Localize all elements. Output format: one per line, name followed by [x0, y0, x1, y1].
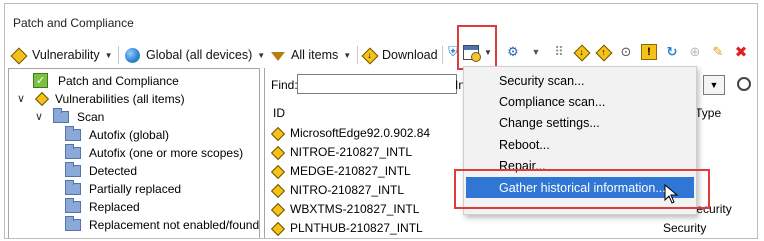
row-id: MicrosoftEdge92.0.902.84 — [290, 126, 431, 140]
download-icon: ↓ — [362, 48, 377, 63]
column-header-id[interactable]: ID — [273, 106, 285, 120]
folder-icon — [53, 107, 69, 123]
vulnerability-icon — [11, 48, 26, 63]
menu-item-reboot[interactable]: Reboot... — [466, 134, 694, 155]
table-row[interactable]: PLNTHUB-210827_INTL — [271, 219, 423, 237]
search-icon[interactable] — [737, 77, 751, 91]
filter-icon — [271, 51, 285, 61]
download-button[interactable]: ↓ Download — [362, 44, 438, 66]
tree-item-detected[interactable]: Detected — [65, 161, 138, 179]
scope-dropdown-label: Global (all devices) — [146, 48, 253, 62]
row-id: PLNTHUB-210827_INTL — [290, 221, 423, 235]
edit-pencil-icon[interactable]: ✎ — [710, 44, 726, 60]
move-up-icon[interactable]: ↑ — [596, 45, 611, 60]
folder-icon — [65, 161, 81, 177]
binoculars-icon[interactable]: ⊙ — [618, 44, 634, 60]
gear-icon[interactable]: ⚙ — [505, 44, 521, 60]
chevron-down-icon: ▼ — [257, 50, 266, 60]
tree-item-scan[interactable]: ∨ Scan — [35, 107, 105, 125]
table-row[interactable]: NITROE-210827_INTL — [271, 143, 412, 161]
tree-item-autofix-global[interactable]: Autofix (global) — [65, 125, 170, 143]
toolbar-icon-group: ⚙ ▼ ⠿ ↓ ↑ ⊙ ! ↻ ⊕ ✎ ✖ — [505, 44, 749, 61]
delete-icon[interactable]: ✖ — [733, 44, 749, 61]
tree-item-patch-and-compliance[interactable]: ✓ Patch and Compliance — [33, 72, 179, 89]
vulnerability-icon — [271, 203, 284, 216]
mouse-cursor-icon — [664, 184, 679, 204]
tree-item-label: Partially replaced — [89, 181, 182, 196]
table-row[interactable]: NITRO-210827_INTL — [271, 181, 404, 199]
row-id: WBXTMS-210827_INTL — [290, 202, 420, 216]
tree-item-vulnerabilities[interactable]: ∨ Vulnerabilities (all items) — [17, 90, 185, 107]
toolbar-divider — [442, 46, 443, 64]
toolbar-divider — [118, 46, 119, 64]
folder-icon — [65, 215, 81, 231]
checkmark-icon: ✓ — [33, 73, 48, 88]
schedule-task-icon[interactable] — [463, 45, 481, 62]
tree-item-replaced[interactable]: Replaced — [65, 197, 140, 215]
tree-item-replacement-not-enabled[interactable]: Replacement not enabled/found — [65, 215, 260, 233]
scope-dropdown[interactable]: Global (all devices) ▼ — [125, 44, 265, 66]
folder-icon — [65, 143, 81, 159]
find-label: Find: — [271, 78, 298, 92]
tree-item-label: Vulnerabilities (all items) — [55, 91, 185, 106]
folder-icon — [65, 125, 81, 141]
vulnerability-dropdown[interactable]: Vulnerability ▼ — [11, 44, 113, 66]
tree-item-autofix-scopes[interactable]: Autofix (one or more scopes) — [65, 143, 244, 161]
vulnerability-dropdown-label: Vulnerability — [32, 48, 100, 62]
column-dropdown[interactable]: ▼ — [703, 75, 725, 95]
menu-item-security-scan[interactable]: Security scan... — [466, 70, 694, 91]
menu-item-change-settings[interactable]: Change settings... — [466, 112, 694, 133]
toolbar-divider — [357, 46, 358, 64]
table-row[interactable]: WBXTMS-210827_INTL — [271, 200, 419, 218]
tree-item-label: Autofix (one or more scopes) — [89, 145, 244, 160]
vulnerability-icon — [35, 92, 48, 105]
filter-dropdown[interactable]: All items ▼ — [271, 44, 351, 66]
window-title: Patch and Compliance — [13, 16, 134, 30]
row-id: NITROE-210827_INTL — [290, 145, 413, 159]
find-input[interactable] — [297, 74, 457, 94]
vulnerability-icon — [271, 127, 284, 140]
vulnerability-icon — [271, 165, 284, 178]
menu-item-compliance-scan[interactable]: Compliance scan... — [466, 91, 694, 112]
grid-icon[interactable]: ⠿ — [551, 44, 567, 60]
vulnerability-icon — [271, 222, 284, 235]
download-button-label: Download — [382, 48, 438, 62]
chevron-down-icon: ∨ — [17, 93, 26, 105]
table-row[interactable]: MEDGE-210827_INTL — [271, 162, 411, 180]
tree-item-label: Replaced — [89, 199, 140, 214]
chevron-down-icon: ∨ — [35, 111, 44, 123]
tree-item-label: Scan — [77, 109, 105, 124]
tree-item-label: Patch and Compliance — [58, 73, 179, 88]
row-type: Security — [663, 221, 707, 235]
info-icon[interactable]: ! — [641, 44, 657, 60]
vulnerability-icon — [271, 184, 284, 197]
vulnerability-icon — [271, 146, 284, 159]
row-id: NITRO-210827_INTL — [290, 183, 405, 197]
chevron-down-icon[interactable]: ▼ — [528, 44, 544, 60]
tree-item-partially-replaced[interactable]: Partially replaced — [65, 179, 182, 197]
chevron-down-icon[interactable]: ▼ — [484, 48, 492, 57]
filter-dropdown-label: All items — [291, 48, 339, 62]
tree-item-label: Autofix (global) — [89, 127, 170, 142]
move-down-icon[interactable]: ↓ — [574, 45, 589, 60]
refresh-icon[interactable]: ↻ — [664, 44, 680, 60]
tree-pane: ✓ Patch and Compliance ∨ Vulnerabilities… — [8, 68, 260, 238]
chevron-down-icon: ▼ — [104, 50, 113, 60]
chevron-down-icon: ▼ — [343, 50, 352, 60]
table-row[interactable]: MicrosoftEdge92.0.902.84 — [271, 124, 430, 142]
tree-item-label: Replacement not enabled/found — [89, 217, 260, 232]
folder-icon — [65, 197, 81, 213]
globe-icon — [125, 47, 140, 63]
folder-icon — [65, 179, 81, 195]
add-icon[interactable]: ⊕ — [687, 44, 703, 60]
tree-item-label: Detected — [89, 163, 138, 178]
row-id: MEDGE-210827_INTL — [290, 164, 411, 178]
chevron-down-icon: ▼ — [709, 80, 719, 90]
